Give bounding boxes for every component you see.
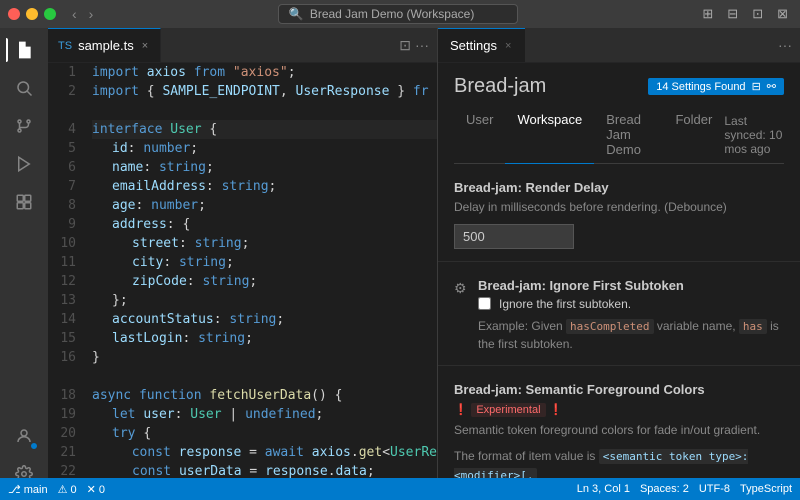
settings-tab-close-button[interactable]: ×: [503, 39, 513, 53]
explorer-icon[interactable]: [6, 32, 42, 68]
ignore-subtoken-content: Bread-jam: Ignore First Subtoken Ignore …: [478, 278, 784, 354]
extensions-icon[interactable]: [6, 184, 42, 220]
search-icon: 🔍: [289, 7, 304, 21]
sort-icon[interactable]: ⚯: [767, 80, 776, 93]
settings-tab-bar: Settings × ···: [438, 28, 800, 63]
app-container: TS sample.ts × ⊡ ··· 1 2 4 5 6: [0, 28, 800, 500]
settings-nav-tab-folder[interactable]: Folder: [663, 106, 724, 164]
activity-bar: [0, 28, 48, 500]
source-control-icon[interactable]: [6, 108, 42, 144]
render-delay-label: Bread-jam: Render Delay: [454, 180, 784, 195]
tab-actions: ⊡ ···: [391, 28, 437, 62]
ignore-subtoken-row: ⚙ Bread-jam: Ignore First Subtoken Ignor…: [454, 278, 784, 354]
settings-content[interactable]: Bread-jam: Render Delay Delay in millise…: [438, 164, 800, 500]
status-bar-left: ⎇ main ⚠ 0 ✕ 0: [8, 483, 105, 496]
settings-count-text: 14 Settings Found: [656, 81, 745, 93]
settings-nav-tab-user[interactable]: User: [454, 106, 505, 164]
indentation-status[interactable]: Spaces: 2: [640, 483, 689, 495]
status-bar-right: Ln 3, Col 1 Spaces: 2 UTF-8 TypeScript: [577, 483, 792, 495]
search-text: Bread Jam Demo (Workspace): [310, 7, 475, 21]
app-wrapper: ‹ › 🔍 Bread Jam Demo (Workspace) ⊞ ⊟ ⊡ ⊠: [0, 0, 800, 500]
language-status[interactable]: TypeScript: [740, 483, 792, 495]
experimental-badge: ❗ Experimental ❗: [454, 401, 784, 416]
ignore-subtoken-checkbox[interactable]: [478, 297, 491, 310]
accounts-icon[interactable]: [6, 418, 42, 454]
titlebar-nav: ‹ ›: [68, 4, 97, 24]
settings-title-row: Bread-jam 14 Settings Found ⊟ ⚯: [454, 75, 784, 98]
settings-tab[interactable]: Settings ×: [438, 28, 525, 62]
settings-nav-tabs: User Workspace Bread Jam Demo Folder Las…: [454, 106, 784, 164]
settings-nav-tab-workspace[interactable]: Workspace: [505, 106, 594, 164]
search-box[interactable]: 🔍 Bread Jam Demo (Workspace): [278, 4, 518, 24]
git-branch-status[interactable]: ⎇ main: [8, 483, 48, 496]
filter-icon[interactable]: ⊟: [752, 80, 761, 93]
tab-filename: sample.ts: [78, 38, 134, 53]
settings-count-badge: 14 Settings Found ⊟ ⚯: [648, 78, 784, 95]
tab-close-button[interactable]: ×: [140, 39, 150, 53]
nav-forward-button[interactable]: ›: [85, 4, 98, 24]
render-delay-description: Delay in milliseconds before rendering. …: [454, 199, 784, 216]
editor-area: TS sample.ts × ⊡ ··· 1 2 4 5 6: [48, 28, 438, 500]
status-bar: ⎇ main ⚠ 0 ✕ 0 Ln 3, Col 1 Spaces: 2 UTF…: [0, 478, 800, 500]
settings-title: Bread-jam: [454, 75, 546, 98]
editor-tab-bar: TS sample.ts × ⊡ ···: [48, 28, 437, 63]
semantic-foreground-description: Semantic token foreground colors for fad…: [454, 422, 784, 439]
toggle-panel-button[interactable]: ⊟: [723, 4, 742, 24]
titlebar-actions: ⊞ ⊟ ⊡ ⊠: [698, 4, 792, 24]
ignore-subtoken-checkbox-label: Ignore the first subtoken.: [499, 297, 631, 311]
settings-nav-tab-breadjam[interactable]: Bread Jam Demo: [594, 106, 663, 164]
minimize-window-button[interactable]: [26, 8, 38, 20]
settings-header: Bread-jam 14 Settings Found ⊟ ⚯ User Wor…: [438, 63, 800, 164]
encoding-status[interactable]: UTF-8: [699, 483, 730, 495]
render-delay-section: Bread-jam: Render Delay Delay in millise…: [438, 164, 800, 262]
semantic-foreground-label: Bread-jam: Semantic Foreground Colors: [454, 382, 784, 397]
split-editor-icon[interactable]: ⊡: [399, 37, 411, 54]
ignore-subtoken-section: ⚙ Bread-jam: Ignore First Subtoken Ignor…: [438, 262, 800, 367]
close-window-button[interactable]: [8, 8, 20, 20]
split-editor-button[interactable]: ⊞: [698, 4, 717, 24]
ignore-subtoken-gear-icon[interactable]: ⚙: [454, 280, 470, 297]
run-debug-icon[interactable]: [6, 146, 42, 182]
settings-more-icon[interactable]: ···: [778, 37, 792, 53]
titlebar: ‹ › 🔍 Bread Jam Demo (Workspace) ⊞ ⊟ ⊡ ⊠: [0, 0, 800, 28]
typescript-icon: TS: [58, 40, 72, 52]
editor-tab-sample-ts[interactable]: TS sample.ts ×: [48, 28, 161, 62]
settings-sync-text: Last synced: 10 mos ago: [724, 106, 784, 163]
cursor-position-status[interactable]: Ln 3, Col 1: [577, 483, 630, 495]
notification-badge: [30, 442, 38, 450]
search-activity-icon[interactable]: [6, 70, 42, 106]
code-editor[interactable]: 1 2 4 5 6 7 8 9 10 11 12 13 14 15 16: [48, 63, 437, 500]
render-delay-input[interactable]: [454, 224, 574, 249]
nav-back-button[interactable]: ‹: [68, 4, 81, 24]
ignore-subtoken-example: Example: Given hasCompleted variable nam…: [478, 317, 784, 354]
titlebar-search: 🔍 Bread Jam Demo (Workspace): [105, 4, 690, 24]
more-actions-button[interactable]: ⊠: [773, 4, 792, 24]
more-editor-actions-icon[interactable]: ···: [415, 37, 429, 53]
line-numbers: 1 2 4 5 6 7 8 9 10 11 12 13 14 15 16: [48, 63, 88, 500]
code-content: import axios from "axios"; import { SAMP…: [88, 63, 437, 500]
warnings-status[interactable]: ✕ 0: [87, 483, 105, 496]
maximize-window-button[interactable]: [44, 8, 56, 20]
settings-tab-actions: ···: [770, 28, 800, 62]
ignore-subtoken-label: Bread-jam: Ignore First Subtoken: [478, 278, 784, 293]
customize-layout-button[interactable]: ⊡: [748, 4, 767, 24]
ignore-subtoken-checkbox-row: Ignore the first subtoken.: [478, 297, 784, 311]
settings-tab-label: Settings: [450, 38, 497, 53]
settings-panel: Settings × ··· Bread-jam 14 Settings Fou…: [438, 28, 800, 500]
traffic-lights: [8, 8, 56, 20]
errors-status[interactable]: ⚠ 0: [58, 483, 77, 496]
